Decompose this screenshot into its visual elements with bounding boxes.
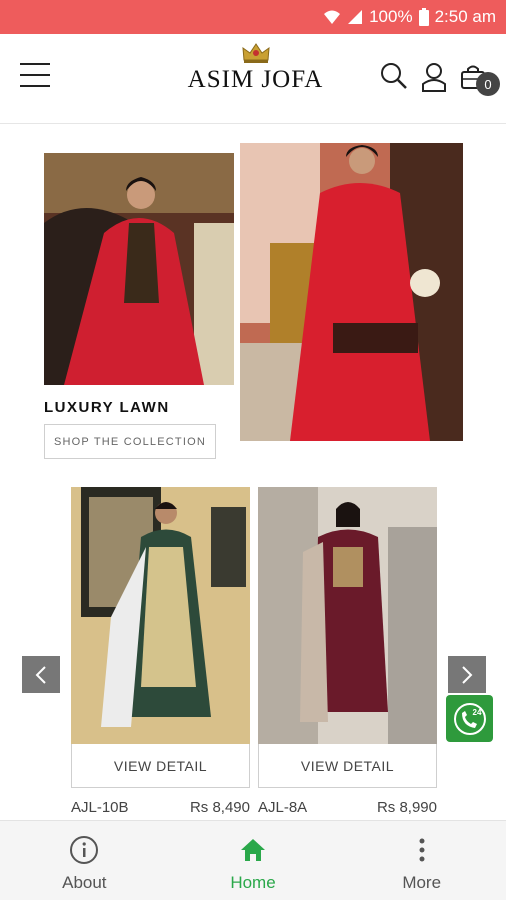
logo-text: ASIM JOFA (187, 66, 324, 93)
home-icon (241, 839, 265, 861)
hamburger-icon (20, 63, 50, 65)
product-price: Rs 8,990 (376, 799, 437, 816)
collection-banner: LUXURY LAWN SHOP THE COLLECTION (0, 125, 506, 459)
nav-label-more: More (402, 873, 442, 892)
hamburger-line (20, 74, 50, 76)
battery-level: 100% (369, 7, 413, 26)
product-card[interactable]: VIEW DETAIL (71, 487, 250, 788)
brand-logo[interactable]: ASIM JOFA (183, 42, 328, 118)
nav-item-more[interactable]: More (337, 821, 506, 900)
clock: 2:50 am (434, 7, 496, 26)
battery-icon (418, 8, 429, 26)
nav-item-about[interactable]: About (0, 821, 169, 900)
crown-icon (241, 43, 270, 63)
chevron-right-icon (462, 665, 473, 684)
view-detail-button[interactable]: VIEW DETAIL (258, 744, 437, 788)
banner-image-seated-model[interactable] (44, 153, 234, 385)
banner-title: LUXURY LAWN (44, 399, 170, 416)
seated-model-illustration (44, 153, 234, 385)
chevron-left-icon (35, 665, 46, 684)
phone-24-icon: 24 (453, 702, 486, 735)
carousel-prev-button[interactable] (22, 656, 60, 693)
product-image[interactable] (258, 487, 437, 744)
call-badge-text: 24 (472, 708, 481, 717)
shop-collection-button[interactable]: SHOP THE COLLECTION (44, 424, 216, 459)
product-info: AJL-10B Rs 8,490 (71, 799, 250, 816)
call-support-button[interactable]: 24 (446, 695, 493, 742)
nav-label-home: Home (230, 873, 276, 892)
cart-count-badge: 0 (476, 72, 500, 96)
product-image[interactable] (71, 487, 250, 744)
signal-icon (348, 10, 363, 24)
bottom-navigation: About Home More (0, 820, 506, 900)
product-card[interactable]: VIEW DETAIL (258, 487, 437, 788)
view-detail-button[interactable]: VIEW DETAIL (71, 744, 250, 788)
product-illustration-green (71, 487, 250, 744)
product-info: AJL-8A Rs 8,990 (258, 799, 437, 816)
product-code: AJL-10B (71, 799, 129, 816)
hamburger-line (20, 85, 50, 87)
status-bar: 100% 2:50 am (0, 0, 506, 34)
standing-model-illustration (240, 143, 463, 441)
nav-label-about: About (62, 873, 107, 892)
wifi-icon (324, 10, 341, 24)
nav-item-home[interactable]: Home (169, 821, 338, 900)
search-icon[interactable] (380, 62, 408, 90)
product-price: Rs 8,490 (189, 799, 250, 816)
user-icon[interactable] (421, 62, 447, 92)
carousel-next-button[interactable] (448, 656, 486, 693)
info-icon (70, 836, 99, 864)
menu-button[interactable] (20, 63, 50, 93)
app-header: ASIM JOFA 0 (0, 34, 506, 124)
product-code: AJL-8A (258, 799, 308, 816)
banner-image-standing-model[interactable] (240, 143, 463, 441)
more-vertical-icon (419, 838, 425, 862)
product-illustration-maroon (258, 487, 437, 744)
